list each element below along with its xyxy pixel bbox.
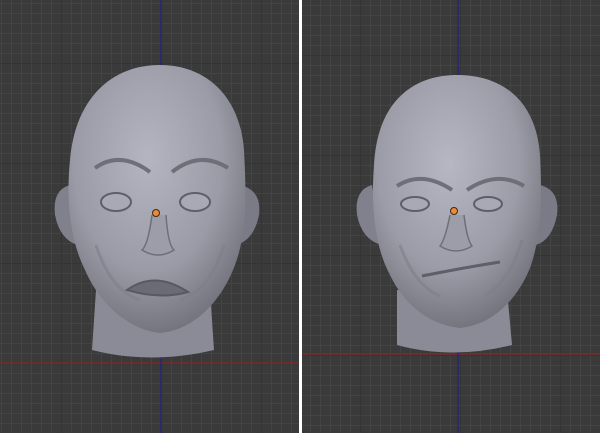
left-eye: [100, 192, 132, 212]
left-3d-viewport[interactable]: [0, 0, 299, 433]
right-eye: [473, 196, 503, 212]
head-mesh[interactable]: [356, 75, 558, 353]
origin-point[interactable]: [152, 209, 160, 217]
origin-point[interactable]: [450, 207, 458, 215]
left-scene: [0, 0, 299, 433]
right-eye: [179, 192, 211, 212]
right-3d-viewport[interactable]: [302, 0, 600, 433]
right-scene: [302, 0, 600, 433]
left-eye: [400, 196, 430, 212]
